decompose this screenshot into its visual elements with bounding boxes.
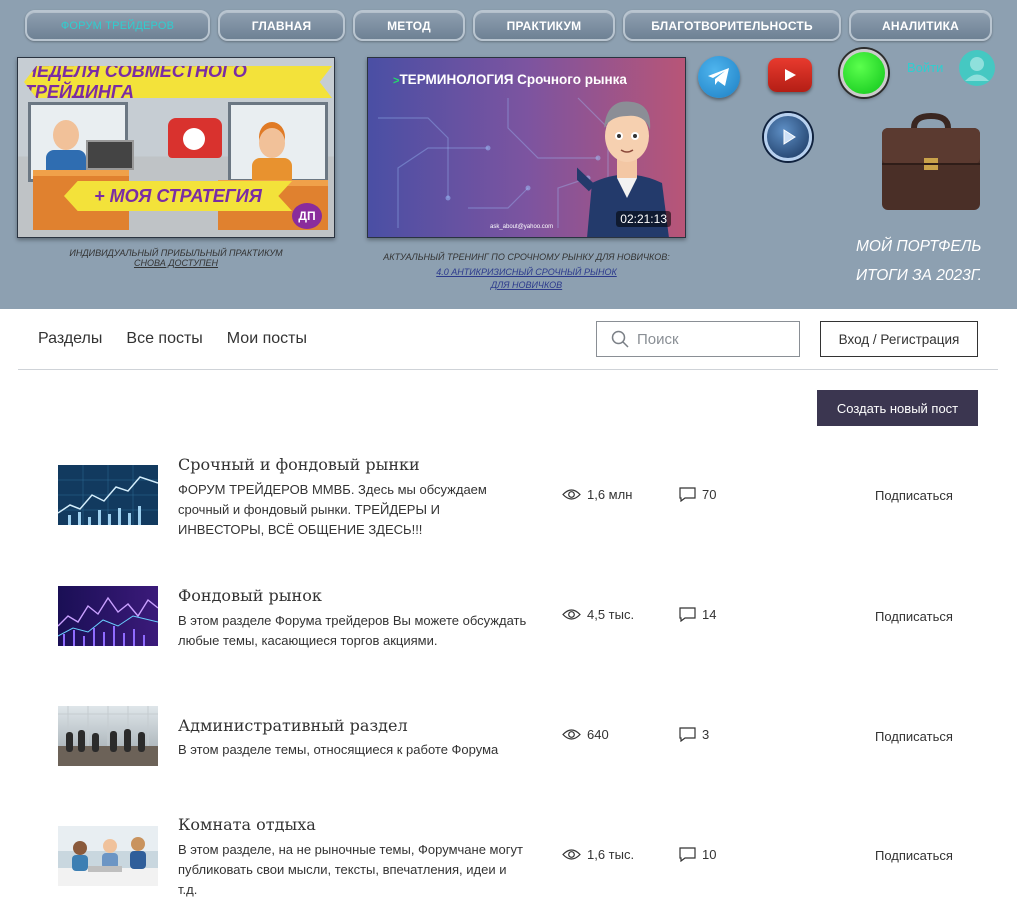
category-views: 1,6 тыс. <box>562 847 634 862</box>
category-title[interactable]: Комната отдыха <box>178 815 316 834</box>
nav-home[interactable]: ГЛАВНАЯ <box>218 10 345 41</box>
woman-character <box>259 128 285 158</box>
eye-icon <box>562 849 581 860</box>
comment-icon <box>679 847 696 862</box>
training-link[interactable]: 4.0 АНТИКРИЗИСНЫЙ СРОЧНЫЙ РЫНОК <box>367 267 686 277</box>
briefcase-icon[interactable] <box>876 110 986 215</box>
promo-video-joint-trading[interactable]: НЕДЕЛЯ СОВМЕСТНОГО ТРЕЙДИНГА + МОЯ СТРАТ… <box>17 57 335 238</box>
category-description: В этом разделе темы, относящиеся к работ… <box>178 742 499 757</box>
search-box[interactable] <box>596 321 800 357</box>
views-count: 640 <box>587 727 609 742</box>
subscribe-button[interactable]: Подписаться <box>875 609 953 624</box>
views-count: 1,6 млн <box>587 487 633 502</box>
category-description: ФОРУМ ТРЕЙДЕРОВ ММВБ. Здесь мы обсуждаем… <box>178 482 487 537</box>
eye-icon <box>562 729 581 740</box>
category-row: Комната отдыха В этом разделе, на не рын… <box>0 806 1017 912</box>
login-register-button[interactable]: Вход / Регистрация <box>820 321 978 357</box>
tab-my-posts[interactable]: Мои посты <box>227 330 307 348</box>
forum-tabs: Разделы Все посты Мои посты <box>38 330 307 348</box>
eye-icon <box>562 489 581 500</box>
category-views: 640 <box>562 727 609 742</box>
category-description: В этом разделе, на не рыночные темы, Фор… <box>178 842 523 897</box>
promo1-caption: ИНДИВИДУАЛЬНЫЙ ПРИБЫЛЬНЫЙ ПРАКТИКУМ СНОВ… <box>17 248 335 268</box>
create-post-button[interactable]: Создать новый пост <box>817 390 978 426</box>
category-title[interactable]: Административный раздел <box>178 716 408 735</box>
category-thumbnail-chart[interactable] <box>58 465 158 525</box>
category-title[interactable]: Фондовый рынок <box>178 586 322 605</box>
header-login-link[interactable]: Войти <box>907 60 943 75</box>
category-row: Срочный и фондовый рынки ФОРУМ ТРЕЙДЕРОВ… <box>0 446 1017 556</box>
tab-all-posts[interactable]: Все посты <box>126 330 202 348</box>
promo2-caption: АКТУАЛЬНЫЙ ТРЕНИНГ ПО СРОЧНОМУ РЫНКУ ДЛЯ… <box>367 252 686 290</box>
category-comments: 10 <box>679 847 716 862</box>
promo-video-terminology[interactable]: >ТЕРМИНОЛОГИЯ Срочного рынка ask_about@y… <box>367 57 686 238</box>
category-views: 4,5 тыс. <box>562 607 634 622</box>
divider <box>18 369 998 370</box>
computer-monitor <box>86 140 134 170</box>
category-thumbnail-meeting[interactable] <box>58 706 158 766</box>
telephone-icon <box>168 118 222 158</box>
category-comments: 70 <box>679 487 716 502</box>
play-video-icon[interactable] <box>764 113 812 161</box>
category-thumbnail-market[interactable] <box>58 586 158 646</box>
category-row: Административный раздел В этом разделе т… <box>0 706 1017 796</box>
subscribe-button[interactable]: Подписаться <box>875 848 953 863</box>
tab-sections[interactable]: Разделы <box>38 330 102 348</box>
comment-icon <box>679 727 696 742</box>
nav-practicum[interactable]: ПРАКТИКУМ <box>473 10 615 41</box>
nav-charity[interactable]: БЛАГОТВОРИТЕЛЬНОСТЬ <box>623 10 841 41</box>
site-header: ФОРУМ ТРЕЙДЕРОВ ГЛАВНАЯ МЕТОД ПРАКТИКУМ … <box>0 0 1017 309</box>
training-link-beginners[interactable]: ДЛЯ НОВИЧКОВ <box>367 280 686 290</box>
eye-icon <box>562 609 581 620</box>
portfolio-title: МОЙ ПОРТФЕЛЬ <box>856 238 982 255</box>
category-description: В этом разделе Форума трейдеров Вы может… <box>178 613 527 648</box>
nav-method[interactable]: МЕТОД <box>353 10 465 41</box>
category-title[interactable]: Срочный и фондовый рынки <box>178 455 420 474</box>
nav-analytics[interactable]: АНАЛИТИКА <box>849 10 992 41</box>
comments-count: 70 <box>702 487 717 502</box>
category-views: 1,6 млн <box>562 487 632 502</box>
nav-forum-traders[interactable]: ФОРУМ ТРЕЙДЕРОВ <box>25 10 210 41</box>
video-title: >ТЕРМИНОЛОГИЯ Срочного рынка <box>393 72 627 87</box>
dp-badge: ДП <box>292 203 322 229</box>
comment-icon <box>679 607 696 622</box>
category-thumbnail-people[interactable] <box>58 826 158 886</box>
search-input[interactable] <box>637 330 787 348</box>
views-count: 1,6 тыс. <box>587 847 635 862</box>
category-row: Фондовый рынок В этом разделе Форума тре… <box>0 577 1017 677</box>
telegram-icon[interactable] <box>698 56 740 98</box>
youtube-icon[interactable] <box>768 58 812 92</box>
video-duration: 02:21:13 <box>616 211 671 227</box>
portfolio-caption[interactable]: МОЙ ПОРТФЕЛЬ ИТОГИ ЗА 2023г. <box>856 232 996 290</box>
promo-banner-top: НЕДЕЛЯ СОВМЕСТНОГО ТРЕЙДИНГА <box>24 66 332 98</box>
comments-count: 3 <box>702 727 710 742</box>
comments-count: 14 <box>702 607 717 622</box>
category-comments: 14 <box>679 607 716 622</box>
portfolio-results: ИТОГИ ЗА 2023г. <box>856 267 982 284</box>
promo1-caption-text: ИНДИВИДУАЛЬНЫЙ ПРИБЫЛЬНЫЙ ПРАКТИКУМ <box>69 248 283 258</box>
category-comments: 3 <box>679 727 709 742</box>
user-avatar-icon[interactable] <box>959 50 995 86</box>
comment-icon <box>679 487 696 502</box>
trader-character <box>53 120 79 150</box>
comments-count: 10 <box>702 847 717 862</box>
search-icon <box>611 330 629 348</box>
promo2-caption-text: АКТУАЛЬНЫЙ ТРЕНИНГ ПО СРОЧНОМУ РЫНКУ ДЛЯ… <box>383 252 670 262</box>
promo1-caption-link[interactable]: СНОВА ДОСТУПЕН <box>17 258 335 268</box>
contact-email: ask_about@yahoo.com <box>490 224 554 230</box>
subscribe-button[interactable]: Подписаться <box>875 488 953 503</box>
views-count: 4,5 тыс. <box>587 607 635 622</box>
subscribe-button[interactable]: Подписаться <box>875 729 953 744</box>
promo-banner-bottom: + МОЯ СТРАТЕГИЯ <box>64 181 292 211</box>
video-title-text: ТЕРМИНОЛОГИЯ Срочного рынка <box>399 72 627 87</box>
green-status-icon[interactable] <box>840 49 888 97</box>
